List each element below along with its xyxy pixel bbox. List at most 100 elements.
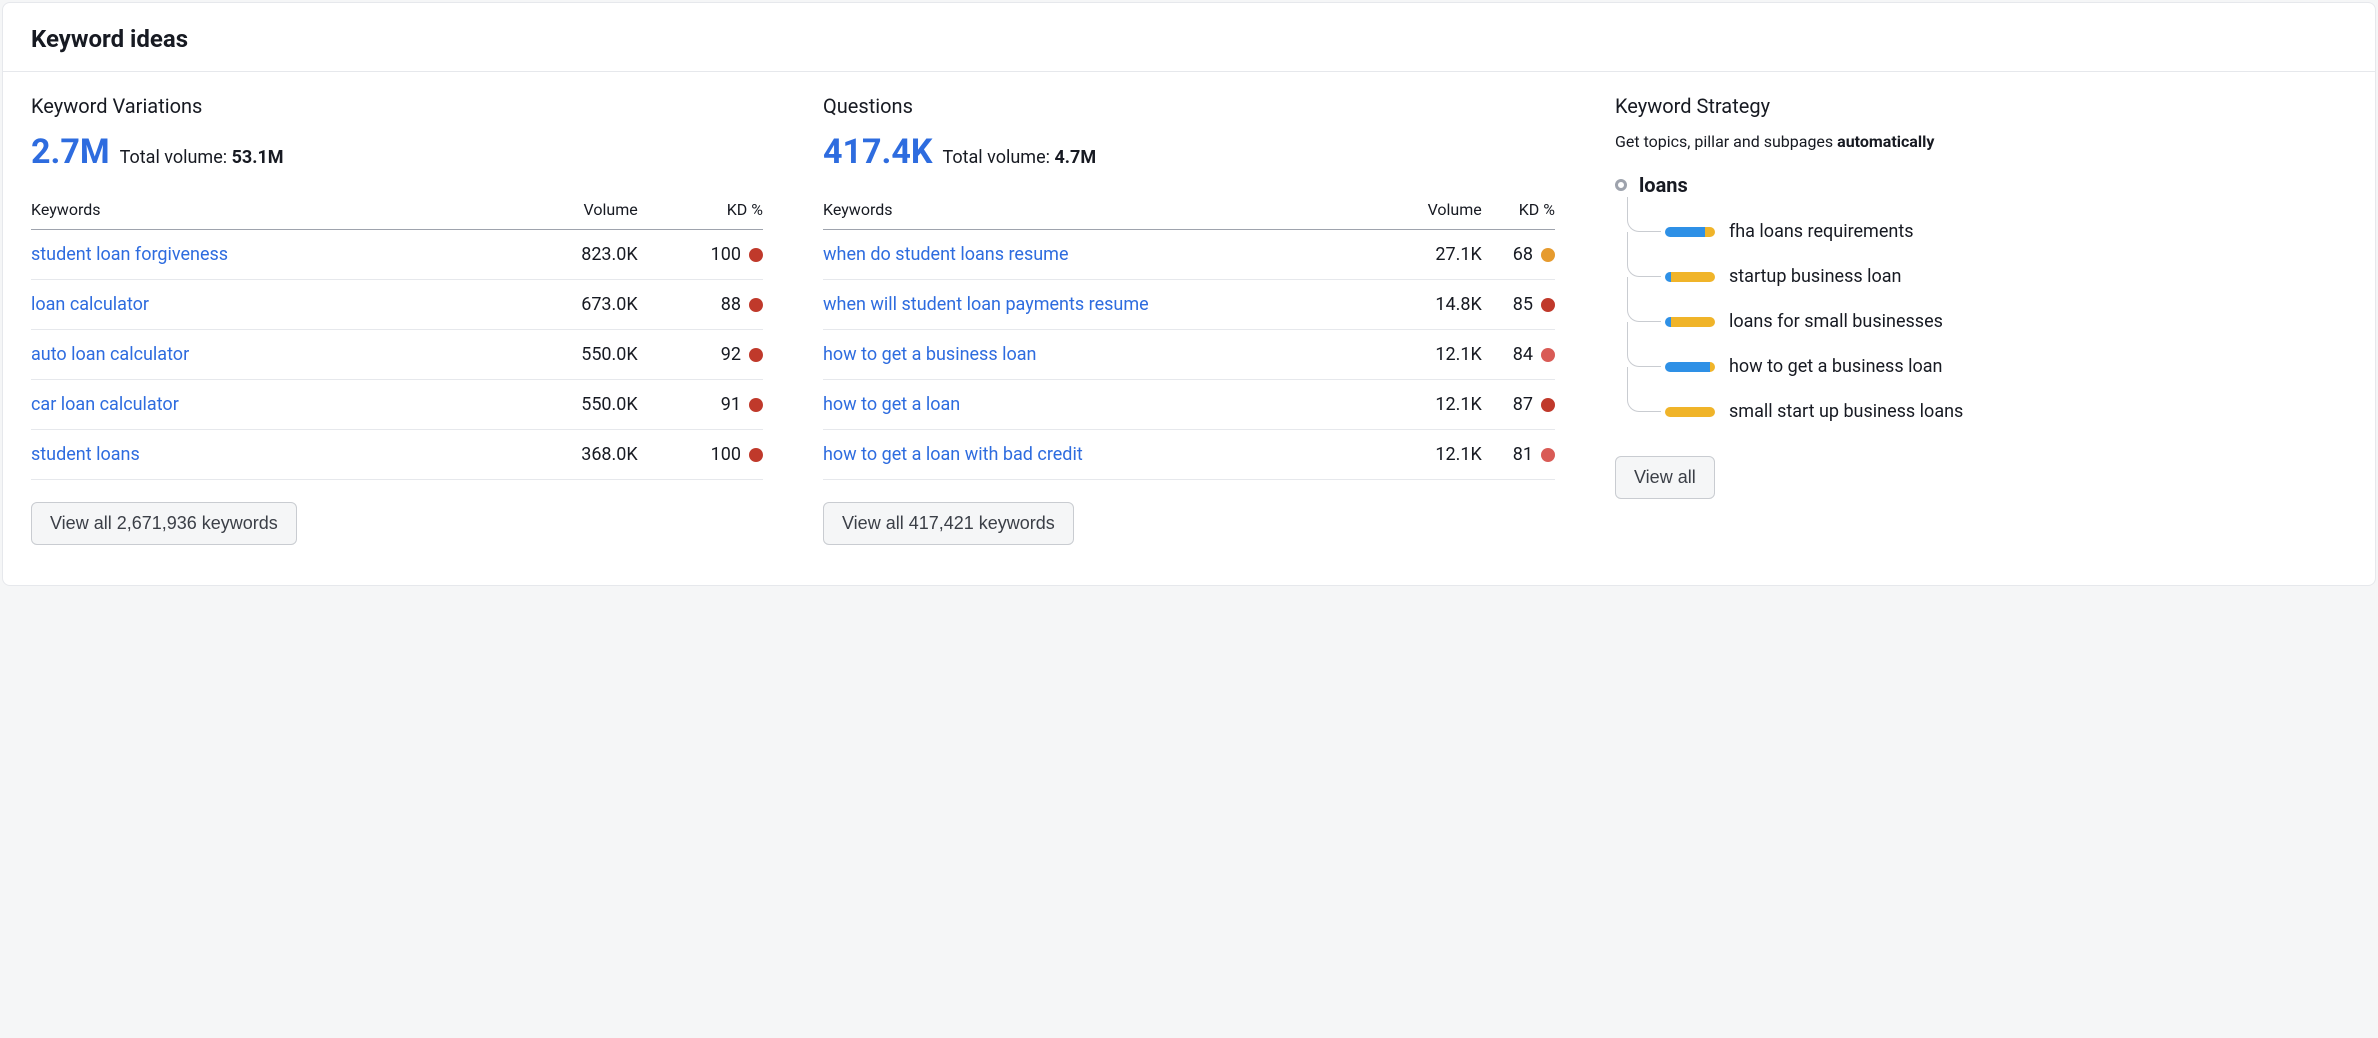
col-keywords: Keywords (823, 190, 1388, 230)
table-row: how to get a loan with bad credit 12.1K81 (823, 430, 1555, 480)
difficulty-dot-icon (1541, 348, 1555, 362)
distribution-bar-icon (1665, 362, 1715, 372)
branch-connector-icon (1627, 367, 1661, 412)
view-all-questions-button[interactable]: View all 417,421 keywords (823, 502, 1074, 545)
volume-value: 27.1K (1388, 230, 1482, 280)
volume-value: 823.0K (503, 230, 638, 280)
root-node-icon (1615, 179, 1627, 191)
card-header: Keyword ideas (3, 3, 2375, 72)
volume-value: 673.0K (503, 280, 638, 330)
col-volume: Volume (503, 190, 638, 230)
branch-label: startup business loan (1729, 266, 1902, 287)
difficulty-dot-icon (1541, 398, 1555, 412)
kd-value: 88 (638, 280, 763, 330)
volume-value: 14.8K (1388, 280, 1482, 330)
difficulty-dot-icon (749, 298, 763, 312)
distribution-bar-icon (1665, 317, 1715, 327)
keyword-link[interactable]: loan calculator (31, 294, 149, 315)
root-label: loans (1639, 173, 1688, 197)
keyword-link[interactable]: how to get a loan with bad credit (823, 444, 1083, 465)
branch-connector-icon (1627, 322, 1661, 367)
branch-connector-icon (1627, 197, 1661, 232)
kd-value: 87 (1482, 380, 1555, 430)
variations-table: Keywords Volume KD % student loan forgiv… (31, 190, 763, 480)
questions-total: Total volume: 4.7M (942, 147, 1096, 168)
volume-value: 550.0K (503, 330, 638, 380)
keyword-link[interactable]: student loans (31, 444, 140, 465)
strategy-title: Keyword Strategy (1615, 94, 2347, 118)
table-row: auto loan calculator 550.0K92 (31, 330, 763, 380)
volume-value: 12.1K (1388, 330, 1482, 380)
questions-table: Keywords Volume KD % when do student loa… (823, 190, 1555, 480)
strategy-tree: loans fha loans requirements startup busi… (1615, 173, 2347, 434)
distribution-bar-icon (1665, 227, 1715, 237)
view-all-strategy-button[interactable]: View all (1615, 456, 1715, 499)
kd-value: 100 (638, 230, 763, 280)
variations-total: Total volume: 53.1M (120, 147, 284, 168)
col-volume: Volume (1388, 190, 1482, 230)
questions-column: Questions 417.4K Total volume: 4.7M Keyw… (823, 94, 1555, 545)
variations-title: Keyword Variations (31, 94, 763, 118)
table-row: how to get a business loan 12.1K84 (823, 330, 1555, 380)
questions-title: Questions (823, 94, 1555, 118)
volume-value: 368.0K (503, 430, 638, 480)
branch-connector-icon (1627, 232, 1661, 277)
distribution-bar-icon (1665, 407, 1715, 417)
table-row: loan calculator 673.0K88 (31, 280, 763, 330)
col-kd: KD % (638, 190, 763, 230)
col-kd: KD % (1482, 190, 1555, 230)
table-row: when will student loan payments resume 14… (823, 280, 1555, 330)
keyword-variations-column: Keyword Variations 2.7M Total volume: 53… (31, 94, 763, 545)
branch-label: loans for small businesses (1729, 311, 1943, 332)
table-row: how to get a loan 12.1K87 (823, 380, 1555, 430)
table-row: student loans 368.0K100 (31, 430, 763, 480)
strategy-subtitle: Get topics, pillar and subpages automati… (1615, 132, 2347, 151)
keyword-link[interactable]: when will student loan payments resume (823, 294, 1149, 315)
table-row: car loan calculator 550.0K91 (31, 380, 763, 430)
strategy-root: loans (1615, 173, 2347, 197)
difficulty-dot-icon (749, 348, 763, 362)
difficulty-dot-icon (1541, 298, 1555, 312)
keyword-ideas-card: Keyword ideas Keyword Variations 2.7M To… (2, 2, 2376, 586)
difficulty-dot-icon (749, 398, 763, 412)
strategy-branch: small start up business loans (1665, 389, 2347, 434)
volume-value: 12.1K (1388, 430, 1482, 480)
table-row: student loan forgiveness 823.0K100 (31, 230, 763, 280)
questions-metric-line: 417.4K Total volume: 4.7M (823, 132, 1555, 172)
strategy-branch: loans for small businesses (1665, 299, 2347, 344)
kd-value: 91 (638, 380, 763, 430)
variations-metric-line: 2.7M Total volume: 53.1M (31, 132, 763, 172)
col-keywords: Keywords (31, 190, 503, 230)
difficulty-dot-icon (1541, 248, 1555, 262)
strategy-branch: fha loans requirements (1665, 209, 2347, 254)
volume-value: 12.1K (1388, 380, 1482, 430)
keyword-link[interactable]: how to get a business loan (823, 344, 1036, 365)
kd-value: 85 (1482, 280, 1555, 330)
kd-value: 100 (638, 430, 763, 480)
volume-value: 550.0K (503, 380, 638, 430)
keyword-link[interactable]: car loan calculator (31, 394, 179, 415)
branch-label: fha loans requirements (1729, 221, 1914, 242)
difficulty-dot-icon (749, 448, 763, 462)
difficulty-dot-icon (1541, 448, 1555, 462)
branch-connector-icon (1627, 277, 1661, 322)
branch-label: small start up business loans (1729, 401, 1963, 422)
kd-value: 84 (1482, 330, 1555, 380)
card-title: Keyword ideas (31, 25, 2347, 53)
keyword-link[interactable]: student loan forgiveness (31, 244, 228, 265)
distribution-bar-icon (1665, 272, 1715, 282)
variations-count[interactable]: 2.7M (31, 132, 110, 172)
strategy-branch: startup business loan (1665, 254, 2347, 299)
view-all-variations-button[interactable]: View all 2,671,936 keywords (31, 502, 297, 545)
strategy-column: Keyword Strategy Get topics, pillar and … (1615, 94, 2347, 545)
difficulty-dot-icon (749, 248, 763, 262)
kd-value: 81 (1482, 430, 1555, 480)
keyword-link[interactable]: auto loan calculator (31, 344, 189, 365)
keyword-link[interactable]: when do student loans resume (823, 244, 1069, 265)
kd-value: 92 (638, 330, 763, 380)
kd-value: 68 (1482, 230, 1555, 280)
strategy-branch: how to get a business loan (1665, 344, 2347, 389)
table-row: when do student loans resume 27.1K68 (823, 230, 1555, 280)
keyword-link[interactable]: how to get a loan (823, 394, 960, 415)
questions-count[interactable]: 417.4K (823, 132, 933, 172)
